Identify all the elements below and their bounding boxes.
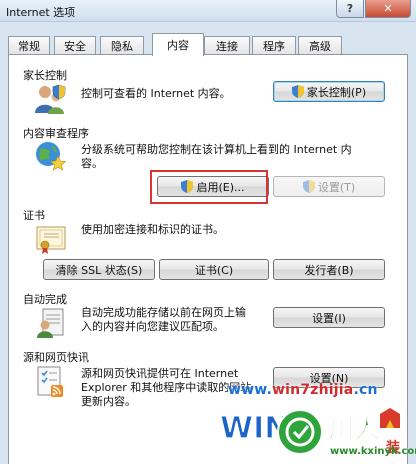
parental-controls-button-label: 家长控制(P) [306, 85, 367, 99]
feeds-desc-line3: 更新内容。 [81, 395, 136, 408]
watermark-site: www.kxinyk.com [330, 446, 416, 457]
tab-label: 连接 [216, 40, 238, 53]
certificates-button-label: 证书(C) [194, 263, 234, 277]
tab-label: 高级 [309, 40, 331, 53]
certificates-heading: 证书 [23, 209, 45, 222]
uac-shield-icon [302, 180, 315, 193]
content-advisor-desc-line2: 容。 [81, 157, 103, 170]
tab-general[interactable]: 常规 [8, 36, 50, 55]
feeds-desc-line2: Explorer 和其他程序中读取的网站 [81, 381, 252, 394]
autocomplete-desc-line2: 入的内容并向您建议匹配项。 [81, 320, 224, 333]
close-icon: ✕ [383, 2, 393, 15]
autocomplete-settings-button[interactable]: 设置(I) [273, 307, 385, 328]
highlight-box [150, 170, 268, 204]
feeds-desc-line1: 源和网页快讯提供可在 Internet [81, 367, 239, 380]
tab-security[interactable]: 安全 [54, 36, 96, 55]
parental-controls-icon [35, 84, 66, 114]
parental-controls-heading: 家长控制 [23, 69, 67, 82]
window-title: Internet 选项 [6, 6, 76, 19]
content-advisor-heading: 内容审查程序 [23, 127, 89, 140]
tab-content[interactable]: 内容 [152, 33, 204, 56]
clear-ssl-state-label: 清除 SSL 状态(S) [55, 263, 143, 277]
tab-label: 内容 [167, 39, 189, 52]
autocomplete-icon [37, 308, 64, 338]
content-advisor-desc-line1: 分级系统可帮助您控制在该计算机上看到的 Internet 内 [81, 143, 352, 156]
certificates-desc: 使用加密连接和标识的证书。 [81, 223, 224, 236]
clear-ssl-state-button[interactable]: 清除 SSL 状态(S) [43, 259, 155, 280]
help-button[interactable]: ? [336, 0, 364, 18]
tab-label: 安全 [64, 40, 86, 53]
tab-privacy[interactable]: 隐私 [100, 36, 144, 55]
tab-label: 常规 [18, 40, 40, 53]
content-advisor-settings-label: 设置(T) [317, 180, 356, 194]
parental-controls-desc: 控制可查看的 Internet 内容。 [81, 87, 231, 100]
tab-label: 程序 [263, 40, 285, 53]
publishers-button-label: 发行者(B) [304, 263, 354, 277]
autocomplete-desc-line1: 自动完成功能存储以前在网页上输 [81, 306, 246, 319]
content-advisor-settings-button[interactable]: 设置(T) [273, 176, 385, 197]
publishers-button[interactable]: 发行者(B) [273, 259, 385, 280]
tab-connections[interactable]: 连接 [204, 36, 250, 55]
feeds-icon [37, 366, 63, 397]
parental-controls-button[interactable]: 家长控制(P) [273, 81, 385, 102]
certificate-icon [36, 226, 66, 254]
certificates-button[interactable]: 证书(C) [159, 259, 269, 280]
close-button[interactable]: ✕ [365, 0, 411, 18]
autocomplete-settings-label: 设置(I) [312, 311, 346, 325]
tab-advanced[interactable]: 高级 [298, 36, 342, 55]
uac-shield-icon [291, 85, 304, 98]
help-icon: ? [346, 2, 354, 15]
svg-text:川人: 川人 [328, 415, 380, 445]
feeds-heading: 源和网页快讯 [23, 351, 89, 364]
title-bar: Internet 选项 ? ✕ [0, 0, 416, 22]
tab-label: 隐私 [111, 40, 133, 53]
content-advisor-icon [36, 142, 67, 171]
autocomplete-heading: 自动完成 [23, 293, 67, 306]
tab-programs[interactable]: 程序 [252, 36, 296, 55]
